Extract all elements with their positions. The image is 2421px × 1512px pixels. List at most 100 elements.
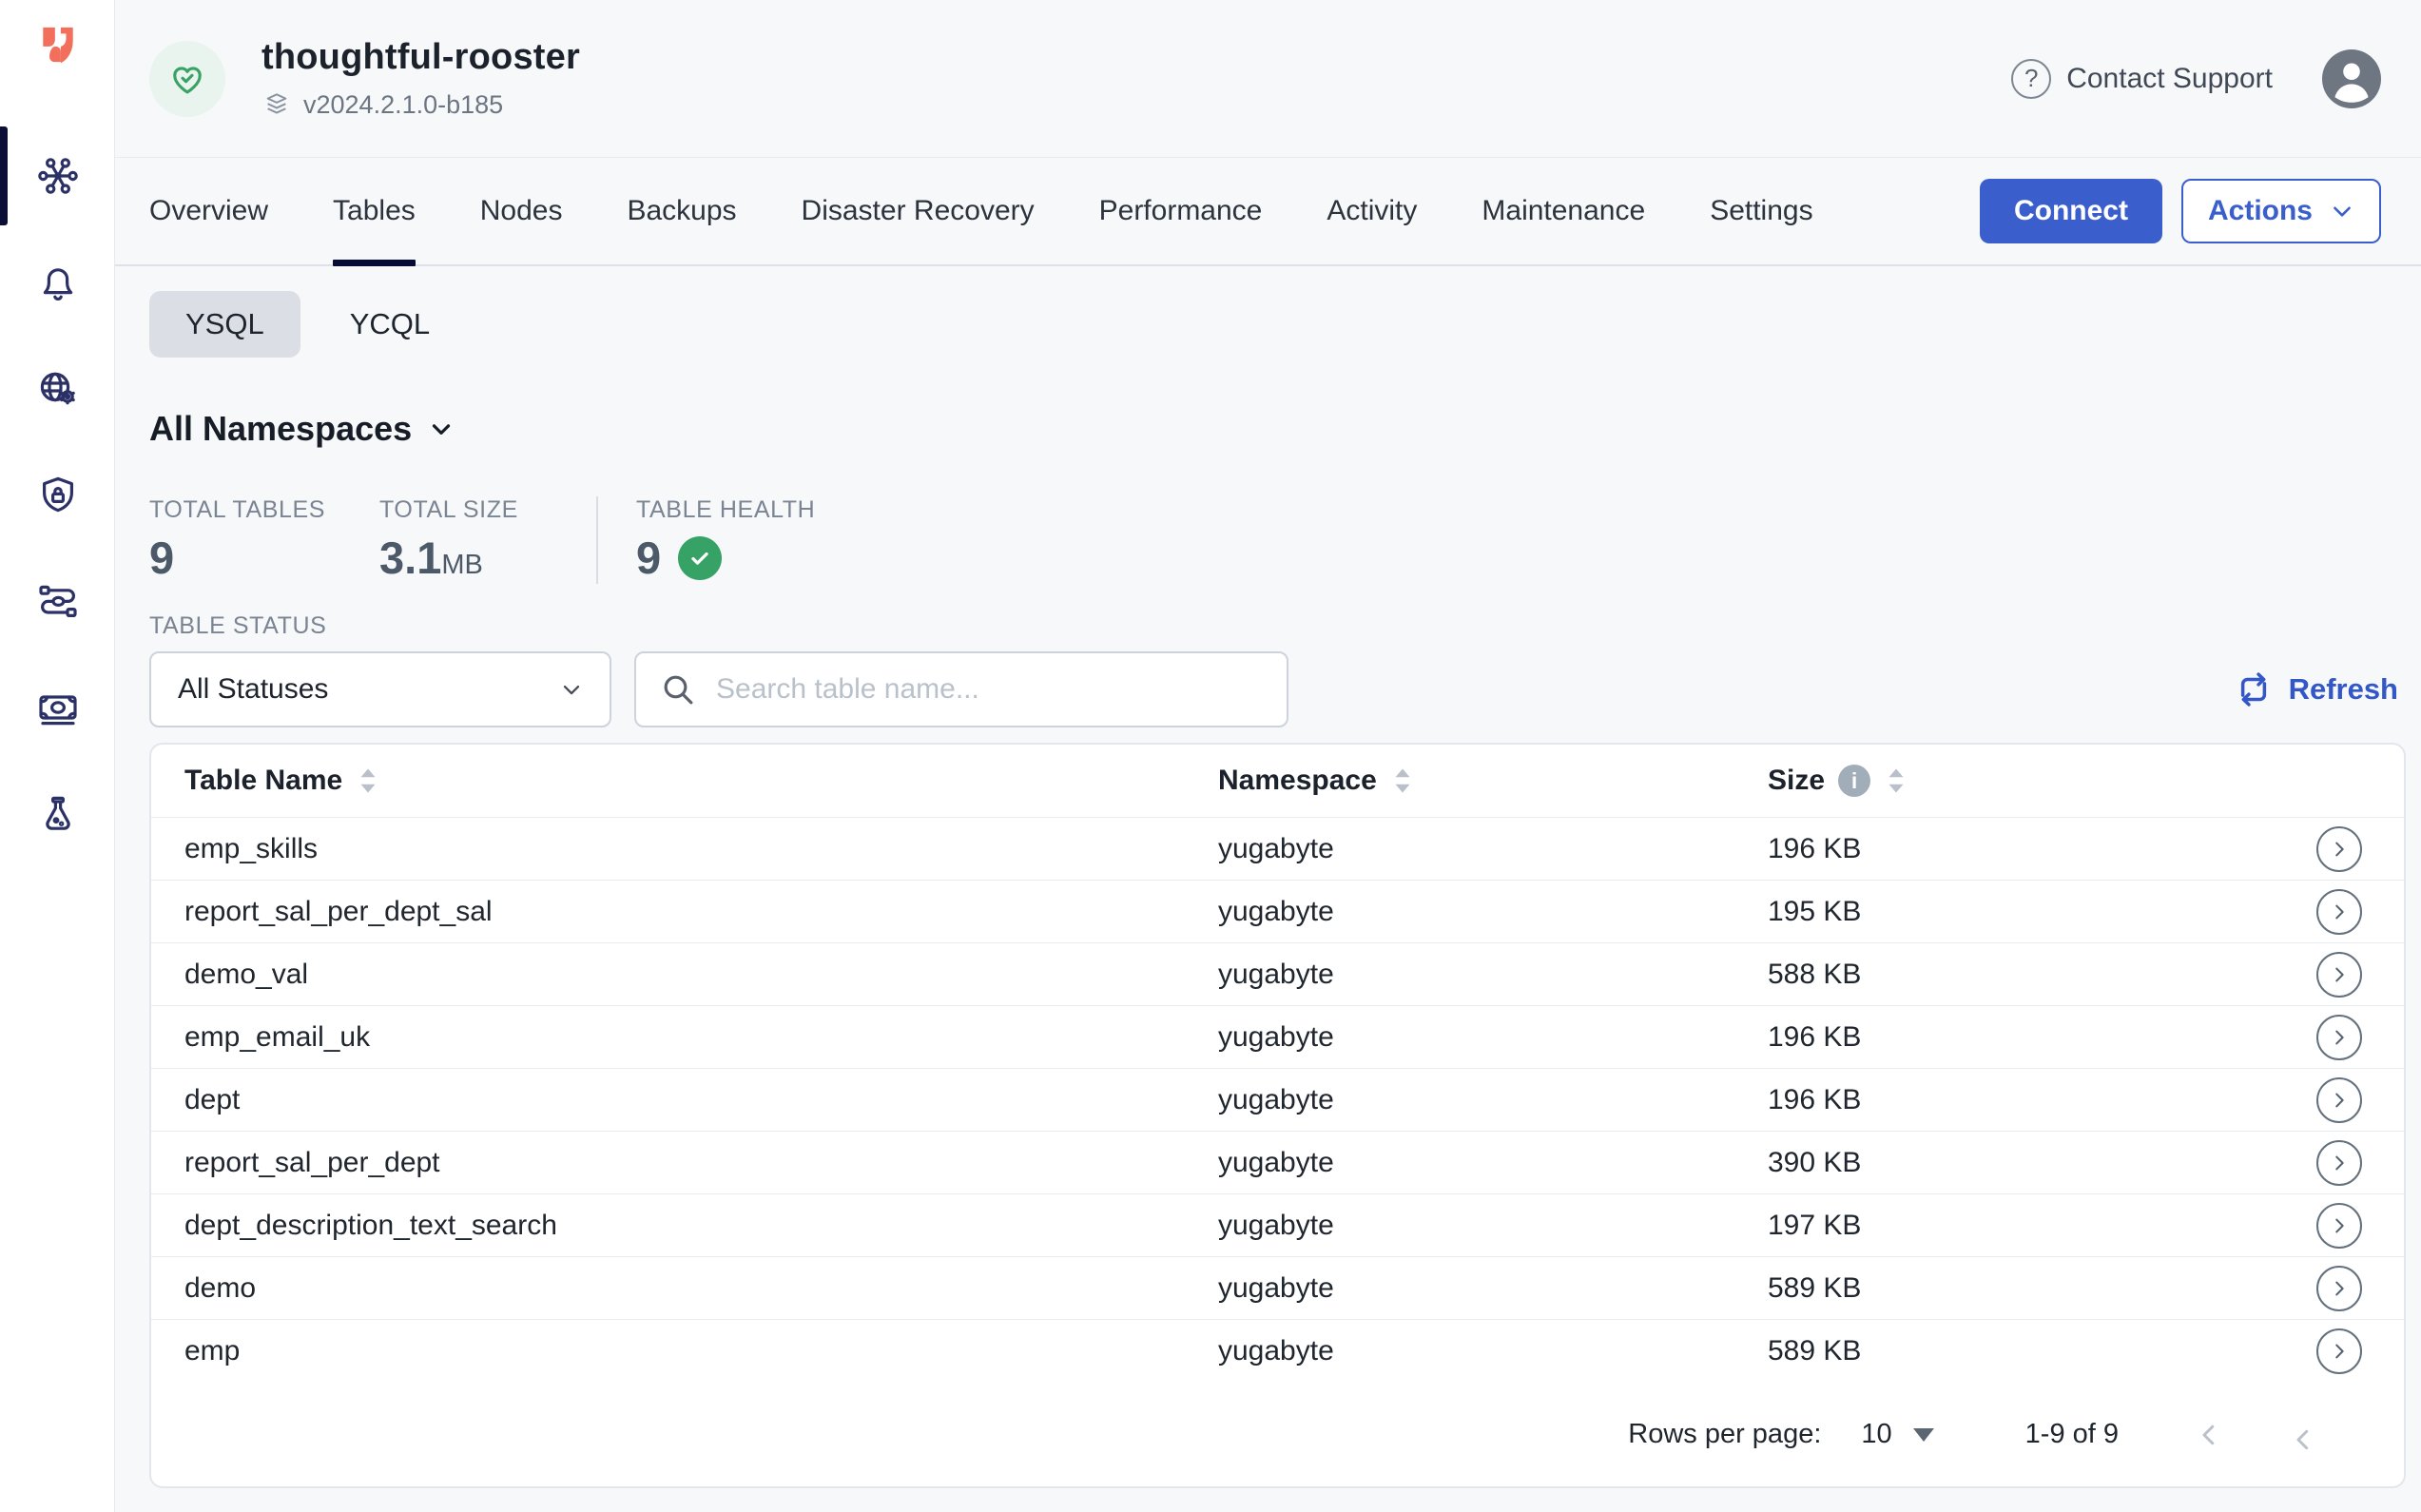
api-type-tabs: YSQL YCQL xyxy=(149,291,2406,358)
tab-disaster-recovery[interactable]: Disaster Recovery xyxy=(802,158,1035,264)
table-footer: Rows per page: 10 1-9 of 9 xyxy=(151,1382,2404,1486)
sidebar-item-security[interactable] xyxy=(0,442,115,549)
sidebar-item-alerts[interactable] xyxy=(0,229,115,336)
row-detail-button[interactable] xyxy=(2316,1077,2362,1123)
tab-maintenance[interactable]: Maintenance xyxy=(1482,158,1645,264)
tables-card: Table Name Namespace Size i xyxy=(149,743,2406,1488)
refresh-button[interactable]: Refresh xyxy=(2234,669,2398,709)
stat-total-size: TOTAL SIZE 3.1MB xyxy=(379,496,596,580)
table-row[interactable]: dept_description_text_search yugabyte 19… xyxy=(151,1193,2404,1256)
stat-value: 3.1MB xyxy=(379,535,596,580)
chevron-right-icon xyxy=(2284,1421,2313,1449)
rows-per-page-select[interactable]: 10 xyxy=(1861,1419,1933,1450)
sidebar-item-clusters[interactable] xyxy=(0,123,115,229)
tab-backups[interactable]: Backups xyxy=(627,158,736,264)
sort-icon[interactable] xyxy=(1886,766,1907,795)
row-detail-button[interactable] xyxy=(2316,826,2362,872)
table-row[interactable]: emp_skills yugabyte 196 KB xyxy=(151,817,2404,880)
table-row[interactable]: report_sal_per_dept_sal yugabyte 195 KB xyxy=(151,880,2404,942)
stat-label: TABLE HEALTH xyxy=(636,496,815,524)
table-row[interactable]: emp_email_uk yugabyte 196 KB xyxy=(151,1005,2404,1068)
rows-per-page-value: 10 xyxy=(1861,1419,1891,1450)
row-detail-button[interactable] xyxy=(2316,1140,2362,1186)
stats-row: TOTAL TABLES 9 TOTAL SIZE 3.1MB TABLE HE… xyxy=(149,496,2406,584)
row-detail-button[interactable] xyxy=(2316,1266,2362,1311)
cell-namespace: yugabyte xyxy=(1218,1210,1768,1242)
stat-label: TOTAL SIZE xyxy=(379,496,596,524)
tab-bar: Overview Tables Nodes Backups Disaster R… xyxy=(115,158,2421,266)
sort-icon[interactable] xyxy=(1392,766,1413,795)
sort-icon[interactable] xyxy=(358,766,378,795)
pagination-range: 1-9 of 9 xyxy=(2025,1419,2119,1450)
table-row[interactable]: dept yugabyte 196 KB xyxy=(151,1068,2404,1131)
chevron-right-icon xyxy=(2329,1153,2350,1173)
cell-namespace: yugabyte xyxy=(1218,833,1768,865)
contact-support-link[interactable]: ? Contact Support xyxy=(2011,59,2273,99)
table-body: emp_skills yugabyte 196 KB report_sal_pe… xyxy=(151,817,2404,1382)
chevron-down-icon xyxy=(2330,199,2354,223)
connect-button[interactable]: Connect xyxy=(1980,179,2162,243)
table-row[interactable]: demo_val yugabyte 588 KB xyxy=(151,942,2404,1005)
status-select-value: All Statuses xyxy=(178,673,328,706)
search-box xyxy=(634,651,1288,727)
version-row: v2024.2.1.0-b185 xyxy=(261,89,580,120)
table-row[interactable]: demo yugabyte 589 KB xyxy=(151,1256,2404,1319)
cell-table-name: demo_val xyxy=(184,959,1218,991)
chevron-right-icon xyxy=(2329,839,2350,860)
column-header-namespace[interactable]: Namespace xyxy=(1218,765,1768,797)
sidebar-item-integrations[interactable] xyxy=(0,549,115,655)
caret-down-icon xyxy=(1913,1428,1934,1442)
column-header-table-name[interactable]: Table Name xyxy=(184,765,1218,797)
user-avatar[interactable] xyxy=(2322,49,2381,108)
cell-size: 196 KB xyxy=(1768,1084,2290,1116)
tab-ysql[interactable]: YSQL xyxy=(149,291,300,358)
shield-lock-icon xyxy=(35,473,81,518)
cell-namespace: yugabyte xyxy=(1218,1021,1768,1054)
tab-overview[interactable]: Overview xyxy=(149,158,268,264)
yugabyte-logo[interactable] xyxy=(0,0,115,72)
search-input[interactable] xyxy=(716,673,1264,706)
workflow-icon xyxy=(35,579,81,625)
chevron-left-icon xyxy=(2195,1421,2223,1449)
prev-page-button[interactable] xyxy=(2187,1413,2231,1457)
chevron-right-icon xyxy=(2329,901,2350,922)
tab-tables[interactable]: Tables xyxy=(333,158,416,264)
tab-settings[interactable]: Settings xyxy=(1710,158,1812,264)
sidebar-item-labs[interactable] xyxy=(0,762,115,868)
actions-button[interactable]: Actions xyxy=(2181,179,2381,243)
flask-icon xyxy=(35,792,81,838)
row-detail-button[interactable] xyxy=(2316,889,2362,935)
table-row[interactable]: report_sal_per_dept yugabyte 390 KB xyxy=(151,1131,2404,1193)
row-detail-button[interactable] xyxy=(2316,1203,2362,1249)
info-icon[interactable]: i xyxy=(1838,765,1870,797)
tab-ycql[interactable]: YCQL xyxy=(314,291,466,358)
billing-icon xyxy=(35,686,81,731)
next-page-button[interactable] xyxy=(2276,1413,2320,1457)
cell-table-name: dept xyxy=(184,1084,1218,1116)
column-header-size[interactable]: Size i xyxy=(1768,765,2290,797)
cell-namespace: yugabyte xyxy=(1218,1147,1768,1179)
main-area: thoughtful-rooster v2024.2.1.0-b185 ? Co… xyxy=(115,0,2421,1512)
tab-performance[interactable]: Performance xyxy=(1099,158,1263,264)
tab-activity[interactable]: Activity xyxy=(1327,158,1417,264)
row-detail-button[interactable] xyxy=(2316,1328,2362,1374)
sidebar-item-network[interactable] xyxy=(0,336,115,442)
table-row[interactable]: emp yugabyte 589 KB xyxy=(151,1319,2404,1382)
status-select[interactable]: All Statuses xyxy=(149,651,611,727)
content: YSQL YCQL All Namespaces TOTAL TABLES 9 … xyxy=(115,266,2421,1488)
user-icon xyxy=(2322,49,2381,108)
tab-nodes[interactable]: Nodes xyxy=(480,158,563,264)
cell-size: 197 KB xyxy=(1768,1210,2290,1242)
row-detail-button[interactable] xyxy=(2316,1015,2362,1060)
globe-gear-icon xyxy=(35,366,81,412)
row-detail-button[interactable] xyxy=(2316,952,2362,998)
namespace-filter[interactable]: All Namespaces xyxy=(149,409,2406,449)
sidebar-item-billing[interactable] xyxy=(0,655,115,762)
stat-label: TOTAL TABLES xyxy=(149,496,379,524)
cell-table-name: emp xyxy=(184,1335,1218,1367)
tab-actions: Connect Actions xyxy=(1980,179,2381,243)
chevron-right-icon xyxy=(2329,1215,2350,1236)
rows-per-page-label: Rows per page: xyxy=(1628,1419,1821,1450)
chevron-down-icon xyxy=(427,415,455,443)
contact-support-label: Contact Support xyxy=(2066,63,2273,95)
